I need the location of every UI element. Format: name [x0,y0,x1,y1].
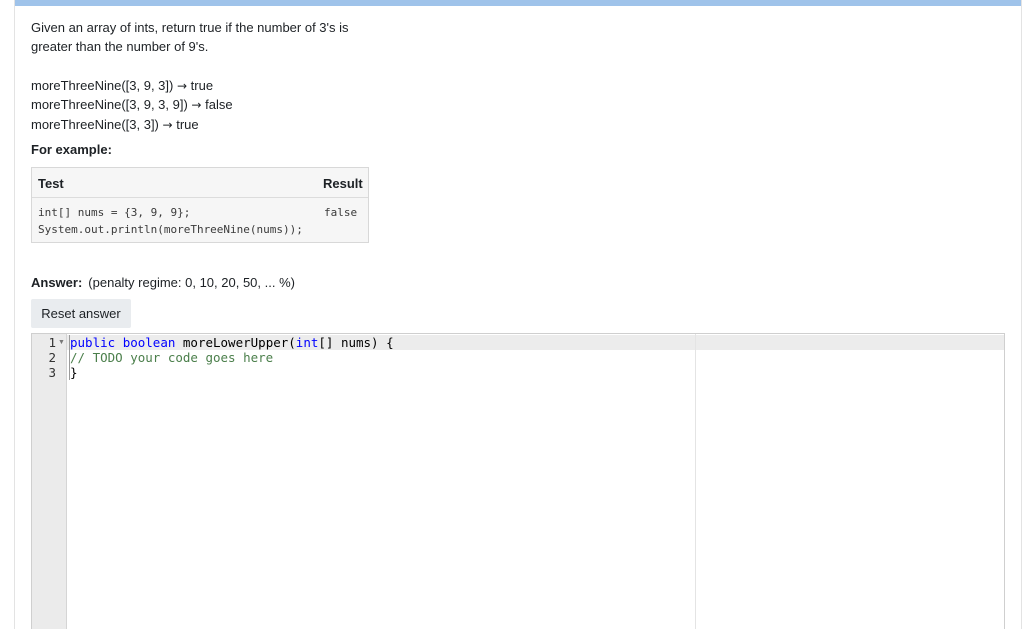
test-expected-result: false [324,206,358,219]
code-editor[interactable]: 1 ▼ 2 3 public boolean moreLowerUpper(in… [31,333,1005,629]
line-number: 1 [48,335,56,350]
answer-header: Answer: (penalty regime: 0, 10, 20, 50, .… [31,275,295,290]
code-line[interactable]: } [70,365,78,380]
test-table-header: Test Result [32,168,368,198]
test-code: int[] nums = {3, 9, 9}; System.out.print… [38,206,303,236]
answer-label: Answer: [31,275,83,290]
print-margin [695,334,696,629]
result-column-header: Result [323,176,363,191]
code-line[interactable]: public boolean moreLowerUpper(int[] nums… [70,335,394,350]
example-line: moreThreeNine([3, 9, 3]) → true [31,78,214,93]
line-number: 2 [48,350,56,365]
test-column-header: Test [38,176,64,191]
example-line: moreThreeNine([3, 3]) → true [31,117,199,132]
for-example-heading: For example: [31,142,112,157]
arrow-icon: → [162,118,173,132]
arrow-icon: → [191,98,202,112]
penalty-regime: (penalty regime: 0, 10, 20, 50, ... %) [88,275,295,290]
fold-arrow-icon[interactable]: ▼ [58,339,65,346]
editor-gutter: 1 ▼ 2 3 [32,334,67,629]
example-line: moreThreeNine([3, 9, 3, 9]) → false [31,97,233,112]
reset-answer-button[interactable]: Reset answer [31,299,131,328]
code-line[interactable]: // TODO your code goes here [70,350,273,365]
question-text: Given an array of ints, return true if t… [31,20,349,54]
test-table: Test Result int[] nums = {3, 9, 9}; Syst… [31,167,369,243]
line-number: 3 [48,365,56,380]
arrow-icon: → [176,79,188,93]
